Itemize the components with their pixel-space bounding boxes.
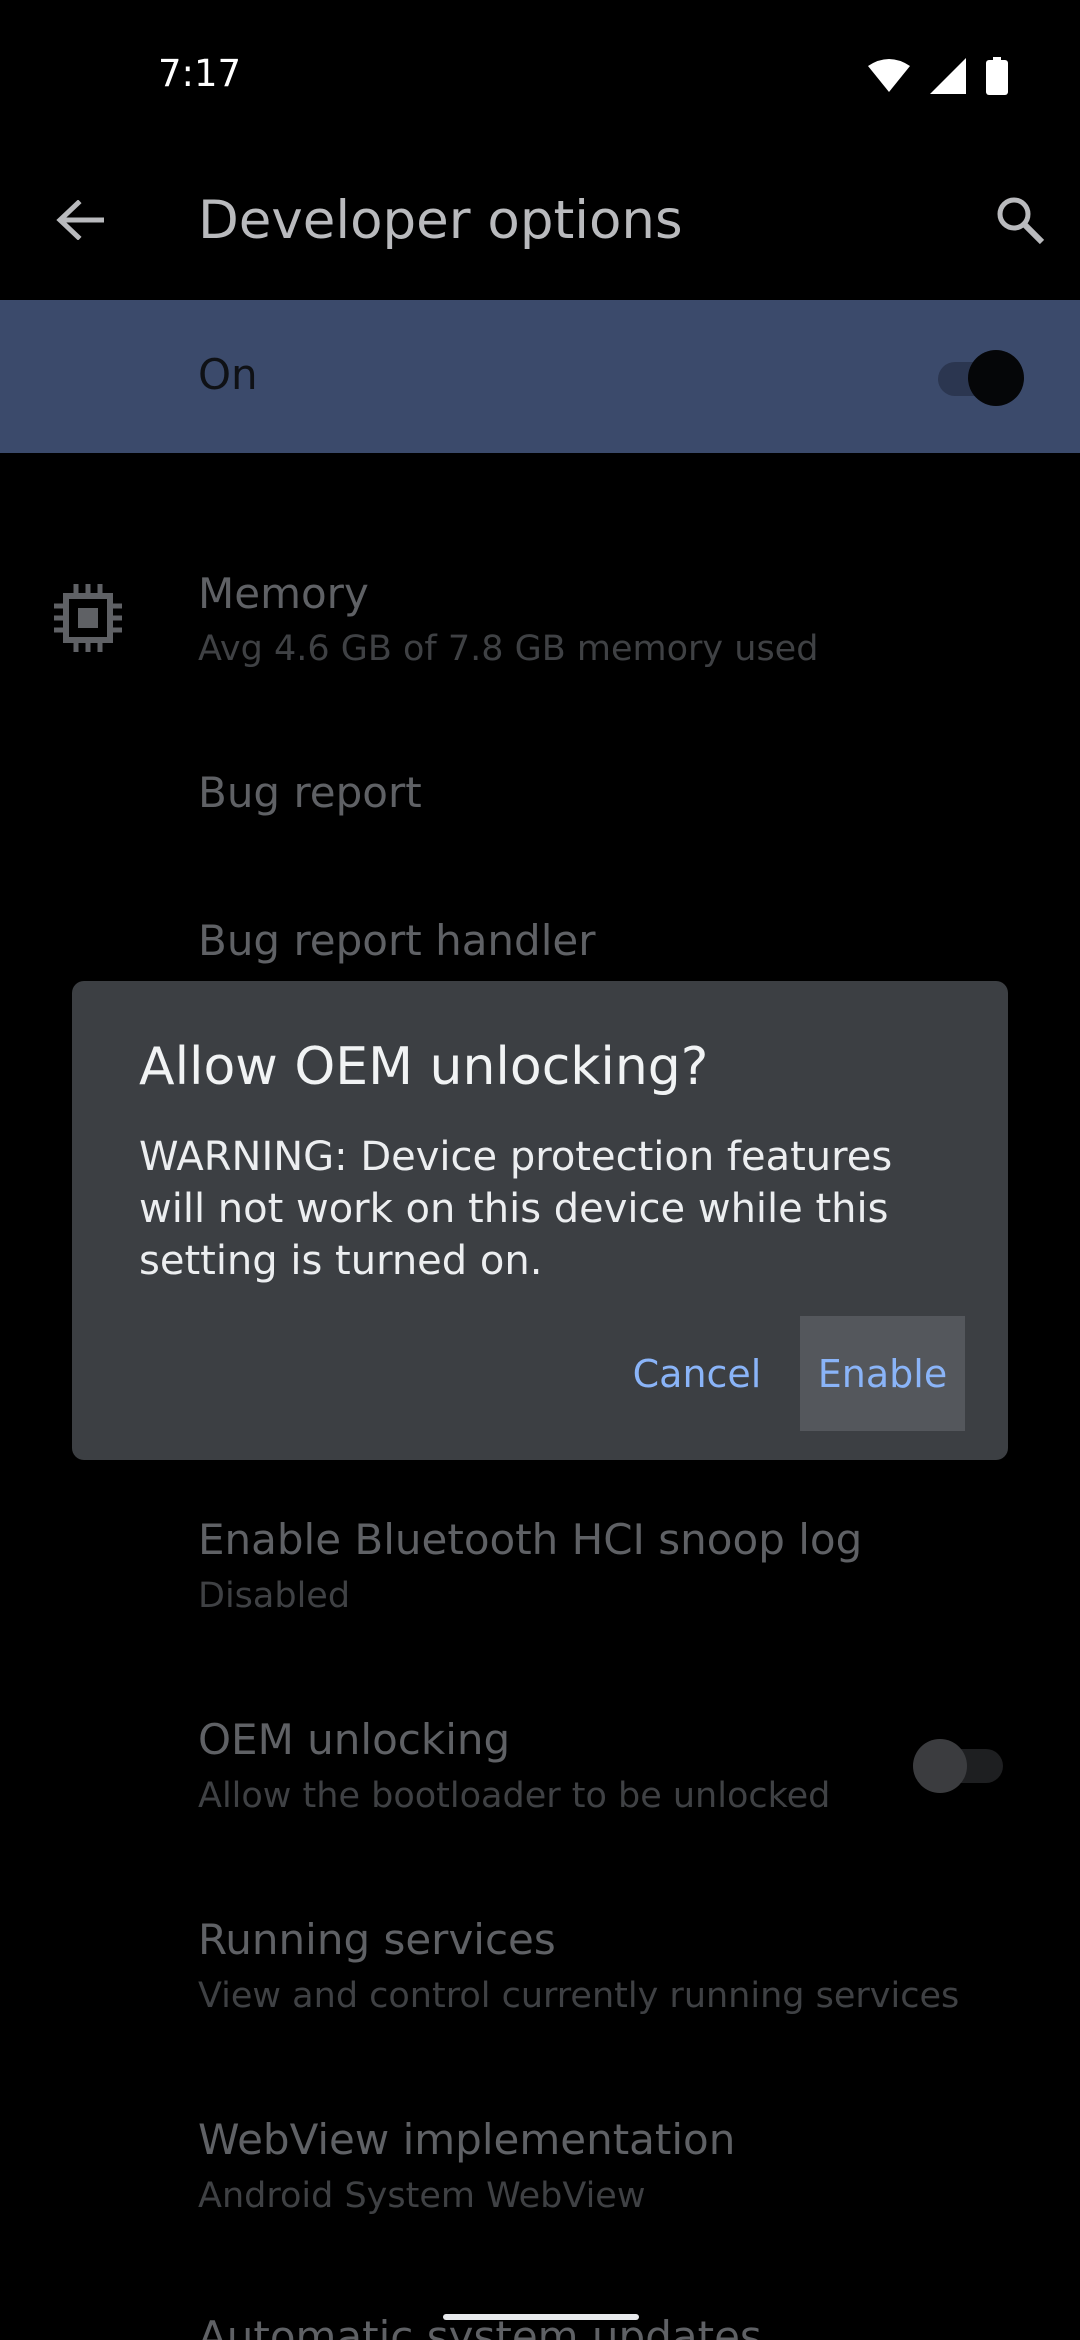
status-bar: 7:17 — [0, 0, 1080, 150]
back-button[interactable] — [40, 182, 120, 262]
dialog-title: Allow OEM unlocking? — [139, 1037, 709, 1097]
oem-unlock-dialog: Allow OEM unlocking? WARNING: Device pro… — [72, 981, 1008, 1460]
status-icons — [868, 56, 1008, 96]
home-indicator[interactable] — [443, 2314, 639, 2320]
enable-button[interactable]: Enable — [800, 1316, 965, 1431]
setting-title: Enable Bluetooth HCI snoop log — [198, 1515, 863, 1564]
memory-chip-icon — [52, 582, 124, 654]
setting-title: Memory — [198, 569, 369, 618]
oem-unlocking-toggle[interactable] — [913, 1736, 1013, 1796]
status-time: 7:17 — [158, 52, 242, 95]
setting-summary: View and control currently running servi… — [198, 1976, 960, 2016]
toggle-thumb — [968, 350, 1024, 406]
setting-title: WebView implementation — [198, 2115, 736, 2164]
toggle-thumb — [913, 1739, 967, 1793]
setting-title: OEM unlocking — [198, 1715, 511, 1764]
setting-title: Bug report handler — [198, 916, 596, 965]
setting-title: Bug report — [198, 768, 422, 817]
setting-summary: Allow the bootloader to be unlocked — [198, 1776, 831, 1816]
page-title: Developer options — [198, 190, 683, 251]
cancel-button[interactable]: Cancel — [602, 1316, 792, 1431]
search-icon — [995, 195, 1045, 249]
dialog-message: WARNING: Device protection features will… — [139, 1134, 893, 1284]
master-switch-label: On — [198, 350, 258, 399]
master-switch-toggle[interactable] — [938, 342, 1028, 412]
signal-icon — [930, 58, 966, 94]
setting-summary: Disabled — [198, 1576, 351, 1616]
setting-title: Running services — [198, 1915, 556, 1964]
app-bar: Developer options — [0, 150, 1080, 300]
wifi-icon — [868, 59, 910, 93]
setting-summary: Avg 4.6 GB of 7.8 GB memory used — [198, 629, 819, 669]
battery-icon — [986, 57, 1008, 95]
arrow-back-icon — [56, 199, 105, 244]
search-button[interactable] — [980, 182, 1060, 262]
setting-summary: Android System WebView — [198, 2176, 646, 2216]
master-switch-bar[interactable]: On — [0, 300, 1080, 453]
